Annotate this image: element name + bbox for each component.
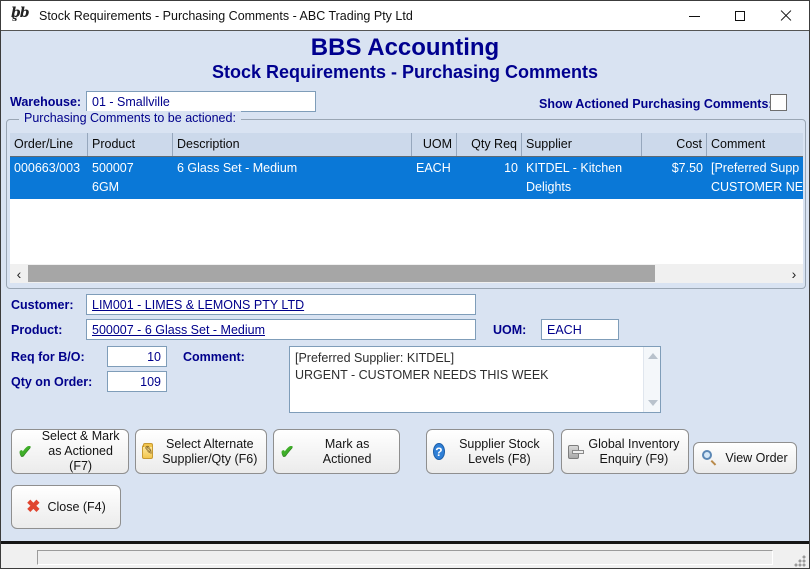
qty-on-order-field[interactable]: 109 (107, 371, 167, 392)
show-actioned-label: Show Actioned Purchasing Comments: (539, 97, 773, 111)
col-header-qty-req[interactable]: Qty Req (457, 133, 522, 156)
warehouse-label: Warehouse: (10, 95, 81, 109)
cabinet-icon (568, 445, 579, 459)
comment-box[interactable]: [Preferred Supplier: KITDEL] URGENT - CU… (289, 346, 661, 413)
col-header-description[interactable]: Description (173, 133, 412, 156)
purchasing-comments-grid[interactable]: Order/Line Product Description UOM Qty R… (10, 133, 803, 282)
grid-horizontal-scrollbar[interactable]: ‹ › (10, 264, 803, 283)
scrollbar-track[interactable] (28, 264, 785, 283)
col-header-product[interactable]: Product (88, 133, 173, 156)
cell-cost: $7.50 (642, 157, 707, 199)
close-window-button[interactable] (763, 1, 809, 31)
customer-label: Customer: (11, 298, 74, 312)
cell-product: 500007 6GM (88, 157, 173, 199)
show-actioned-checkbox[interactable] (770, 94, 787, 111)
scroll-down-icon[interactable] (648, 400, 658, 406)
folder-edit-icon: ✎ (142, 445, 153, 459)
check-icon: ✔ (280, 442, 294, 462)
col-header-comment[interactable]: Comment (707, 133, 803, 156)
select-alternate-supplier-button[interactable]: ✎ Select Alternate Supplier/Qty (F6) (135, 429, 267, 474)
req-bo-label: Req for B/O: (11, 350, 85, 364)
window-title: Stock Requirements - Purchasing Comments… (39, 9, 413, 23)
product-field[interactable]: 500007 - 6 Glass Set - Medium (86, 319, 476, 340)
cell-qty-req: 10 (457, 157, 522, 199)
col-header-cost[interactable]: Cost (642, 133, 707, 156)
minimize-icon (689, 16, 700, 17)
scrollbar-thumb[interactable] (28, 265, 655, 282)
scroll-right-icon[interactable]: › (785, 264, 803, 283)
close-icon (780, 10, 792, 22)
col-header-uom[interactable]: UOM (412, 133, 457, 156)
product-link[interactable]: 500007 - 6 Glass Set - Medium (92, 323, 265, 337)
req-bo-value: 10 (147, 350, 161, 364)
warehouse-value: 01 - Smallville (92, 95, 170, 109)
purchasing-comments-group: Purchasing Comments to be actioned: Orde… (6, 119, 806, 289)
status-panel (37, 550, 773, 565)
maximize-icon (735, 11, 745, 21)
screen-title: Stock Requirements - Purchasing Comments (1, 62, 809, 83)
question-icon: ? (433, 443, 445, 460)
mark-as-actioned-button[interactable]: ✔ Mark as Actioned (273, 429, 400, 474)
close-button[interactable]: ✖ Close (F4) (11, 485, 121, 529)
maximize-button[interactable] (717, 1, 763, 31)
qty-on-order-label: Qty on Order: (11, 375, 92, 389)
app-logo-icon: bb s (9, 5, 31, 27)
view-order-button[interactable]: View Order (693, 442, 797, 474)
product-label: Product: (11, 323, 62, 337)
status-bar (1, 544, 809, 569)
uom-field[interactable]: EACH (541, 319, 619, 340)
comment-label: Comment: (183, 350, 245, 364)
cell-supplier: KITDEL - Kitchen Delights (522, 157, 642, 199)
comment-line-1: [Preferred Supplier: KITDEL] (295, 350, 655, 367)
minimize-button[interactable] (671, 1, 717, 31)
cell-comment: [Preferred Supp CUSTOMER NE (707, 157, 803, 199)
comment-scrollbar[interactable] (643, 347, 660, 412)
magnifier-icon (702, 450, 718, 466)
grid-row-selected[interactable]: 000663/003 500007 6GM 6 Glass Set - Medi… (10, 157, 803, 199)
scroll-left-icon[interactable]: ‹ (10, 264, 28, 283)
col-header-order-line[interactable]: Order/Line (10, 133, 88, 156)
app-title: BBS Accounting (1, 34, 809, 62)
qty-on-order-value: 109 (140, 375, 161, 389)
global-inventory-enquiry-button[interactable]: Global Inventory Enquiry (F9) (561, 429, 689, 474)
close-x-icon: ✖ (26, 497, 40, 517)
uom-label: UOM: (493, 323, 526, 337)
supplier-stock-levels-button[interactable]: ? Supplier Stock Levels (F8) (426, 429, 554, 474)
grid-header-row: Order/Line Product Description UOM Qty R… (10, 133, 803, 157)
resize-grip-icon[interactable] (794, 555, 806, 567)
app-logo-sub: s (12, 14, 17, 24)
group-title: Purchasing Comments to be actioned: (19, 111, 241, 125)
select-mark-actioned-button[interactable]: ✔ Select & Mark as Actioned (F7) (11, 429, 129, 474)
cell-description: 6 Glass Set - Medium (173, 157, 412, 199)
col-header-supplier[interactable]: Supplier (522, 133, 642, 156)
warehouse-field[interactable]: 01 - Smallville (86, 91, 316, 112)
app-window: bb s Stock Requirements - Purchasing Com… (0, 0, 810, 569)
check-icon: ✔ (18, 442, 32, 462)
uom-value: EACH (547, 323, 582, 337)
title-bar: bb s Stock Requirements - Purchasing Com… (1, 1, 809, 31)
customer-field[interactable]: LIM001 - LIMES & LEMONS PTY LTD (86, 294, 476, 315)
comment-line-2: URGENT - CUSTOMER NEEDS THIS WEEK (295, 367, 655, 384)
cell-order-line: 000663/003 (10, 157, 88, 199)
req-bo-field[interactable]: 10 (107, 346, 167, 367)
cell-uom: EACH (412, 157, 457, 199)
customer-link[interactable]: LIM001 - LIMES & LEMONS PTY LTD (92, 298, 304, 312)
scroll-up-icon[interactable] (648, 353, 658, 359)
